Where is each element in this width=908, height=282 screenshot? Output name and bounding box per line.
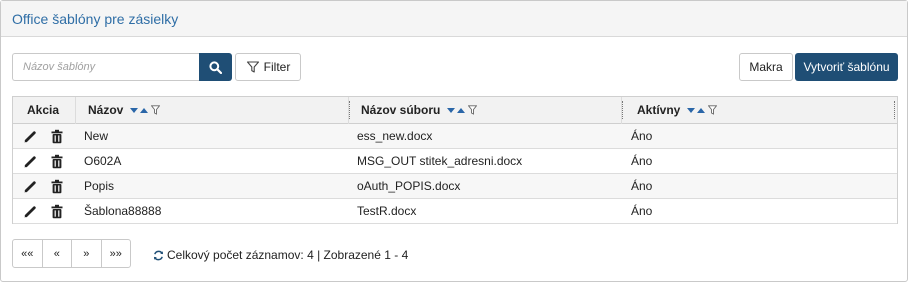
panel-header: Office šablóny pre zásielky [1,1,907,37]
edit-icon[interactable] [22,153,38,169]
edit-icon[interactable] [22,203,38,219]
records-summary-text: Celkový počet záznamov: 4 | Zobrazené 1 … [167,248,409,262]
filter-button-label: Filter [263,60,291,74]
column-resize-handle[interactable] [349,101,350,119]
column-header-active-label: Aktívny [637,103,681,117]
table-row: Popis oAuth_POPIS.docx Áno [13,174,897,199]
refresh-icon[interactable] [153,250,164,261]
macros-button[interactable]: Makra [739,53,793,81]
filter-icon [246,61,259,73]
cell-file: MSG_OUT stitek_adresni.docx [357,154,523,168]
previous-page-button[interactable]: « [43,240,72,267]
column-header-file-label: Názov súboru [361,103,441,117]
cell-active: Áno [631,179,653,193]
sort-arrows-icon[interactable] [130,107,149,114]
edit-icon[interactable] [22,178,38,194]
column-filter-icon[interactable] [708,105,718,115]
delete-icon[interactable] [49,153,65,169]
first-page-button[interactable]: «« [13,240,43,267]
delete-icon[interactable] [49,178,65,194]
cell-name: O602A [84,154,122,168]
create-template-button[interactable]: Vytvoriť šablónu [795,53,898,81]
column-filter-icon[interactable] [151,105,161,115]
edit-icon[interactable] [22,128,38,144]
column-header-active[interactable]: Aktívny [637,97,718,123]
column-resize-handle[interactable] [622,101,623,119]
last-page-button[interactable]: »» [102,240,131,267]
search-button[interactable] [199,53,232,81]
delete-icon[interactable] [49,128,65,144]
column-resize-handle[interactable] [894,101,895,119]
filter-button[interactable]: Filter [235,53,301,81]
table-header: Akcia Názov Názov súboru Aktívny [13,97,897,124]
sort-arrows-icon[interactable] [447,107,466,114]
cell-active: Áno [631,154,653,168]
pagination: «« « » »» [12,239,131,268]
table-row: O602A MSG_OUT stitek_adresni.docx Áno [13,149,897,174]
cell-file: oAuth_POPIS.docx [357,179,461,193]
table-row: Šablona88888 TestR.docx Áno [13,199,897,224]
templates-table: Akcia Názov Názov súboru Aktívny New ess… [12,96,898,224]
next-page-button[interactable]: » [72,240,102,267]
cell-file: ess_new.docx [357,129,433,143]
cell-name: Šablona88888 [84,204,162,218]
column-header-file[interactable]: Názov súboru [361,97,478,123]
cell-name: New [84,129,109,143]
column-header-actions: Akcia [27,103,60,117]
cell-file: TestR.docx [357,204,417,218]
table-row: New ess_new.docx Áno [13,124,897,149]
cell-name: Popis [84,179,115,193]
column-header-name[interactable]: Názov [88,97,161,123]
sort-arrows-icon[interactable] [687,107,706,114]
search-icon [209,60,222,74]
column-header-name-label: Názov [88,103,124,117]
column-filter-icon[interactable] [468,105,478,115]
page-title: Office šablóny pre zásielky [12,11,179,27]
templates-panel: Office šablóny pre zásielky Filter Makra… [0,0,908,282]
cell-active: Áno [631,204,653,218]
delete-icon[interactable] [49,203,65,219]
cell-active: Áno [631,129,653,143]
search-input[interactable] [12,53,200,81]
records-summary: Celkový počet záznamov: 4 | Zobrazené 1 … [153,248,408,262]
